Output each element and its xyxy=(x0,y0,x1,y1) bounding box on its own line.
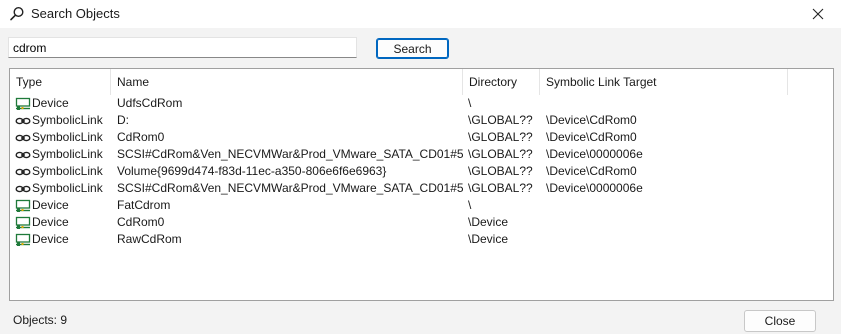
name-cell: Volume{9699d474-f83d-11ec-a350-806e6f6e6… xyxy=(117,164,387,178)
table-row[interactable]: Device RawCdRom \Device xyxy=(10,231,833,248)
device-icon xyxy=(15,97,32,111)
symbolic-link-target-cell: \Device\0000006e xyxy=(546,147,643,161)
directory-cell: \GLOBAL?? xyxy=(468,113,533,127)
title-bar: Search Objects xyxy=(0,0,841,28)
type-label: SymbolicLink xyxy=(32,181,103,195)
directory-cell: \ xyxy=(468,198,472,212)
type-cell: SymbolicLink xyxy=(15,163,113,180)
type-label: SymbolicLink xyxy=(32,130,103,144)
table-row[interactable]: SymbolicLink D: \GLOBAL?? \Device\CdRom0 xyxy=(10,112,833,129)
type-cell: SymbolicLink xyxy=(15,129,113,146)
symbolic-link-target-cell xyxy=(546,231,786,248)
type-cell: Device xyxy=(15,197,113,214)
directory-cell: \GLOBAL?? xyxy=(468,147,533,161)
column-header-directory[interactable]: Directory xyxy=(463,69,540,95)
column-header-symbolic-link-target[interactable]: Symbolic Link Target xyxy=(540,69,788,95)
type-label: SymbolicLink xyxy=(32,147,103,161)
directory-cell: \GLOBAL?? xyxy=(468,164,533,178)
directory-cell: \GLOBAL?? xyxy=(468,181,533,195)
symbolic-link-target-cell xyxy=(546,214,786,231)
table-row[interactable]: SymbolicLink SCSI#CdRom&Ven_NECVMWar&Prod… xyxy=(10,180,833,197)
type-label: SymbolicLink xyxy=(32,113,103,127)
symbolic-link-target-cell: \Device\CdRom0 xyxy=(546,164,637,178)
type-label: Device xyxy=(32,232,69,246)
name-cell: RawCdRom xyxy=(117,232,182,246)
device-icon xyxy=(15,199,32,213)
symbolic-link-icon xyxy=(15,148,32,162)
window-title: Search Objects xyxy=(31,6,120,21)
table-row[interactable]: SymbolicLink CdRom0 \GLOBAL?? \Device\CdRom… xyxy=(10,129,833,146)
directory-cell: \Device xyxy=(468,232,509,246)
object-count: Objects: 9 xyxy=(13,313,68,327)
table-row[interactable]: SymbolicLink Volume{9699d474-f83d-11ec-a3… xyxy=(10,163,833,180)
directory-cell: \GLOBAL?? xyxy=(468,130,533,144)
type-cell: SymbolicLink xyxy=(15,146,113,163)
symbolic-link-icon xyxy=(15,131,32,145)
name-cell: SCSI#CdRom&Ven_NECVMWar&Prod_VMware_SATA… xyxy=(117,181,463,195)
symbolic-link-icon xyxy=(15,114,32,128)
device-icon xyxy=(15,216,32,230)
close-button[interactable]: Close xyxy=(744,310,816,332)
search-input[interactable] xyxy=(8,37,357,58)
symbolic-link-target-cell: \Device\0000006e xyxy=(546,181,643,195)
name-cell: CdRom0 xyxy=(117,130,165,144)
results-table[interactable]: Type Name Directory Symbolic Link Target… xyxy=(9,68,834,301)
table-row[interactable]: SymbolicLink SCSI#CdRom&Ven_NECVMWar&Prod… xyxy=(10,146,833,163)
directory-cell: \ xyxy=(468,96,472,110)
symbolic-link-target-cell: \Device\CdRom0 xyxy=(546,130,637,144)
type-cell: Device xyxy=(15,214,113,231)
name-cell: UdfsCdRom xyxy=(117,96,183,110)
type-cell: SymbolicLink xyxy=(15,112,113,129)
type-cell: Device xyxy=(15,95,113,112)
type-label: SymbolicLink xyxy=(32,164,103,178)
symbolic-link-target-cell: \Device\CdRom0 xyxy=(546,113,637,127)
symbolic-link-target-cell xyxy=(546,95,786,112)
type-cell: SymbolicLink xyxy=(15,180,113,197)
type-label: Device xyxy=(32,96,69,110)
column-header-name[interactable]: Name xyxy=(111,69,463,95)
name-cell: SCSI#CdRom&Ven_NECVMWar&Prod_VMware_SATA… xyxy=(117,147,463,161)
window-close-button[interactable] xyxy=(795,0,841,28)
type-cell: Device xyxy=(15,231,113,248)
symbolic-link-target-cell xyxy=(546,197,786,214)
name-cell: FatCdrom xyxy=(117,198,171,212)
symbolic-link-icon xyxy=(15,182,32,196)
table-row[interactable]: Device FatCdrom \ xyxy=(10,197,833,214)
name-cell: D: xyxy=(117,113,129,127)
search-button[interactable]: Search xyxy=(376,38,449,59)
table-row[interactable]: Device CdRom0 \Device xyxy=(10,214,833,231)
table-header: Type Name Directory Symbolic Link Target xyxy=(10,69,833,95)
close-icon xyxy=(812,8,824,20)
device-icon xyxy=(15,233,32,247)
name-cell: CdRom0 xyxy=(117,215,165,229)
search-icon xyxy=(9,6,25,22)
directory-cell: \Device xyxy=(468,215,509,229)
type-label: Device xyxy=(32,215,69,229)
symbolic-link-icon xyxy=(15,165,32,179)
type-label: Device xyxy=(32,198,69,212)
table-row[interactable]: Device UdfsCdRom \ xyxy=(10,95,833,112)
column-header-type[interactable]: Type xyxy=(10,69,111,95)
